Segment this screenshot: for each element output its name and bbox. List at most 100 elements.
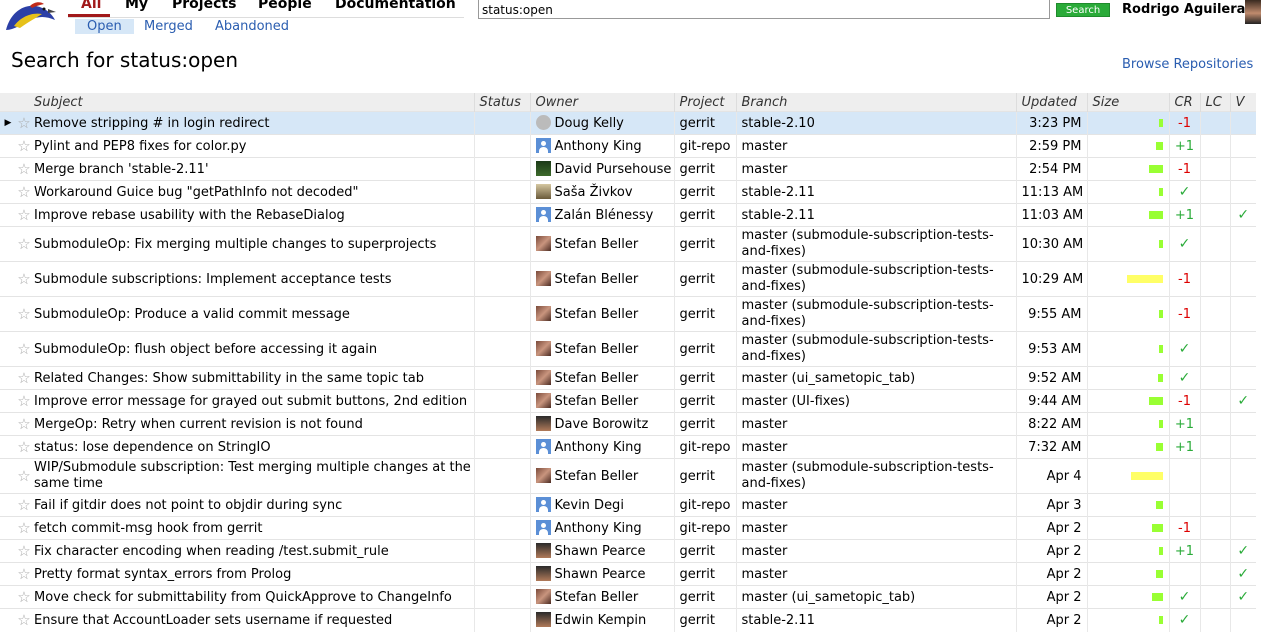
change-branch[interactable]: master — [735, 516, 1016, 540]
change-owner[interactable]: Edwin Kempin — [529, 608, 674, 632]
change-subject[interactable]: MergeOp: Retry when current revision is … — [32, 412, 474, 436]
change-owner[interactable]: Shawn Pearce — [529, 539, 674, 563]
change-owner[interactable]: Stefan Beller — [529, 331, 674, 367]
star-icon[interactable]: ☆ — [17, 114, 30, 132]
change-project[interactable]: gerrit — [673, 458, 736, 494]
change-branch[interactable]: master — [735, 412, 1016, 436]
gerrit-logo[interactable] — [0, 0, 58, 34]
change-project[interactable]: gerrit — [673, 331, 736, 367]
table-row[interactable]: ☆ WIP/Submodule subscription: Test mergin… — [0, 458, 1256, 494]
change-project[interactable]: gerrit — [673, 180, 736, 204]
change-project[interactable]: gerrit — [673, 585, 736, 609]
change-project[interactable]: gerrit — [673, 608, 736, 632]
change-branch[interactable]: master — [735, 539, 1016, 563]
star-icon[interactable]: ☆ — [17, 160, 30, 178]
change-branch[interactable]: master (submodule-subscription-tests-and… — [735, 296, 1016, 332]
star-icon[interactable]: ☆ — [17, 611, 30, 629]
change-subject[interactable]: Workaround Guice bug "getPathInfo not de… — [32, 180, 474, 204]
change-owner[interactable]: David Pursehouse — [529, 157, 674, 181]
user-menu[interactable]: Rodrigo Aguilera — [1122, 2, 1245, 17]
star-icon[interactable]: ☆ — [17, 340, 30, 358]
browse-repositories-link[interactable]: Browse Repositories — [1122, 57, 1253, 72]
header-project[interactable]: Project — [673, 93, 736, 112]
change-subject[interactable]: Pylint and PEP8 fixes for color.py — [32, 134, 474, 158]
table-row[interactable]: ☆ SubmoduleOp: Produce a valid commit mes… — [0, 296, 1256, 332]
change-branch[interactable]: master — [735, 562, 1016, 586]
star-icon[interactable]: ☆ — [17, 392, 30, 410]
header-owner[interactable]: Owner — [529, 93, 674, 112]
change-branch[interactable]: master (ui_sametopic_tab) — [735, 585, 1016, 609]
change-owner[interactable]: Stefan Beller — [529, 261, 674, 297]
change-branch[interactable]: master — [735, 134, 1016, 158]
change-project[interactable]: gerrit — [673, 226, 736, 262]
table-row[interactable]: ☆ Pylint and PEP8 fixes for color.py Antho… — [0, 134, 1256, 158]
change-project[interactable]: gerrit — [673, 389, 736, 413]
star-icon[interactable]: ☆ — [17, 305, 30, 323]
change-owner[interactable]: Stefan Beller — [529, 296, 674, 332]
change-subject[interactable]: Fail if gitdir does not point to objdir … — [32, 493, 474, 517]
header-size[interactable]: Size — [1086, 93, 1169, 112]
change-subject[interactable]: Related Changes: Show submittability in … — [32, 366, 474, 390]
table-row[interactable]: ☆ Submodule subscriptions: Implement acce… — [0, 261, 1256, 297]
search-button[interactable]: Search — [1056, 3, 1110, 17]
star-icon[interactable]: ☆ — [17, 137, 30, 155]
change-branch[interactable]: master (ui_sametopic_tab) — [735, 366, 1016, 390]
change-subject[interactable]: Ensure that AccountLoader sets username … — [32, 608, 474, 632]
change-owner[interactable]: Stefan Beller — [529, 458, 674, 494]
change-subject[interactable]: SubmoduleOp: flush object before accessi… — [32, 331, 474, 367]
header-branch[interactable]: Branch — [735, 93, 1016, 112]
change-subject[interactable]: Submodule subscriptions: Implement accep… — [32, 261, 474, 297]
change-subject[interactable]: Move check for submittability from Quick… — [32, 585, 474, 609]
table-row[interactable]: ☆ SubmoduleOp: Fix merging multiple chang… — [0, 226, 1256, 262]
table-row[interactable]: ☆ status: lose dependence on StringIO Anth… — [0, 435, 1256, 459]
header-status[interactable]: Status — [473, 93, 530, 112]
change-branch[interactable]: master — [735, 157, 1016, 181]
change-project[interactable]: gerrit — [673, 539, 736, 563]
change-project[interactable]: gerrit — [673, 203, 736, 227]
tab-projects[interactable]: Projects — [172, 0, 236, 12]
search-input[interactable]: status:open — [478, 0, 1050, 19]
table-row[interactable]: ☆ Workaround Guice bug "getPathInfo not d… — [0, 180, 1256, 204]
change-project[interactable]: gerrit — [673, 296, 736, 332]
change-project[interactable]: git-repo — [673, 516, 736, 540]
star-icon[interactable]: ☆ — [17, 369, 30, 387]
star-icon[interactable]: ☆ — [17, 542, 30, 560]
tab-documentation[interactable]: Documentation — [335, 0, 456, 12]
change-subject[interactable]: SubmoduleOp: Produce a valid commit mess… — [32, 296, 474, 332]
table-row[interactable]: ☆ Fail if gitdir does not point to objdir… — [0, 493, 1256, 517]
user-avatar[interactable] — [1245, 0, 1261, 24]
change-owner[interactable]: Anthony King — [529, 435, 674, 459]
change-branch[interactable]: master (UI-fixes) — [735, 389, 1016, 413]
table-row[interactable]: ☆ SubmoduleOp: flush object before access… — [0, 331, 1256, 367]
change-owner[interactable]: Dave Borowitz — [529, 412, 674, 436]
change-project[interactable]: git-repo — [673, 493, 736, 517]
star-icon[interactable]: ☆ — [17, 519, 30, 537]
change-subject[interactable]: SubmoduleOp: Fix merging multiple change… — [32, 226, 474, 262]
star-icon[interactable]: ☆ — [17, 270, 30, 288]
change-subject[interactable]: Improve error message for grayed out sub… — [32, 389, 474, 413]
change-owner[interactable]: Kevin Degi — [529, 493, 674, 517]
tab-all[interactable]: All — [81, 0, 101, 12]
change-owner[interactable]: Saša Živkov — [529, 180, 674, 204]
star-icon[interactable]: ☆ — [17, 496, 30, 514]
header-v[interactable]: V — [1229, 93, 1256, 112]
table-row[interactable]: ☆ fetch commit-msg hook from gerrit Anthon… — [0, 516, 1256, 540]
header-cr[interactable]: CR — [1168, 93, 1200, 112]
change-subject[interactable]: Merge branch 'stable-2.11' — [32, 157, 474, 181]
table-row[interactable]: ▶ ☆ Remove stripping # in login redirect Do… — [0, 111, 1256, 135]
table-row[interactable]: ☆ MergeOp: Retry when current revision is… — [0, 412, 1256, 436]
table-row[interactable]: ☆ Ensure that AccountLoader sets username… — [0, 608, 1256, 632]
subtab-abandoned[interactable]: Abandoned — [215, 19, 289, 34]
table-row[interactable]: ☆ Related Changes: Show submittability in… — [0, 366, 1256, 390]
change-subject[interactable]: fetch commit-msg hook from gerrit — [32, 516, 474, 540]
change-subject[interactable]: Remove stripping # in login redirect — [32, 111, 474, 135]
header-subject[interactable]: Subject — [32, 93, 474, 112]
tab-my[interactable]: My — [125, 0, 148, 12]
change-owner[interactable]: Anthony King — [529, 134, 674, 158]
change-project[interactable]: gerrit — [673, 562, 736, 586]
star-icon[interactable]: ☆ — [17, 206, 30, 224]
change-subject[interactable]: Fix character encoding when reading /tes… — [32, 539, 474, 563]
change-owner[interactable]: Stefan Beller — [529, 389, 674, 413]
star-icon[interactable]: ☆ — [17, 415, 30, 433]
star-icon[interactable]: ☆ — [17, 467, 30, 485]
